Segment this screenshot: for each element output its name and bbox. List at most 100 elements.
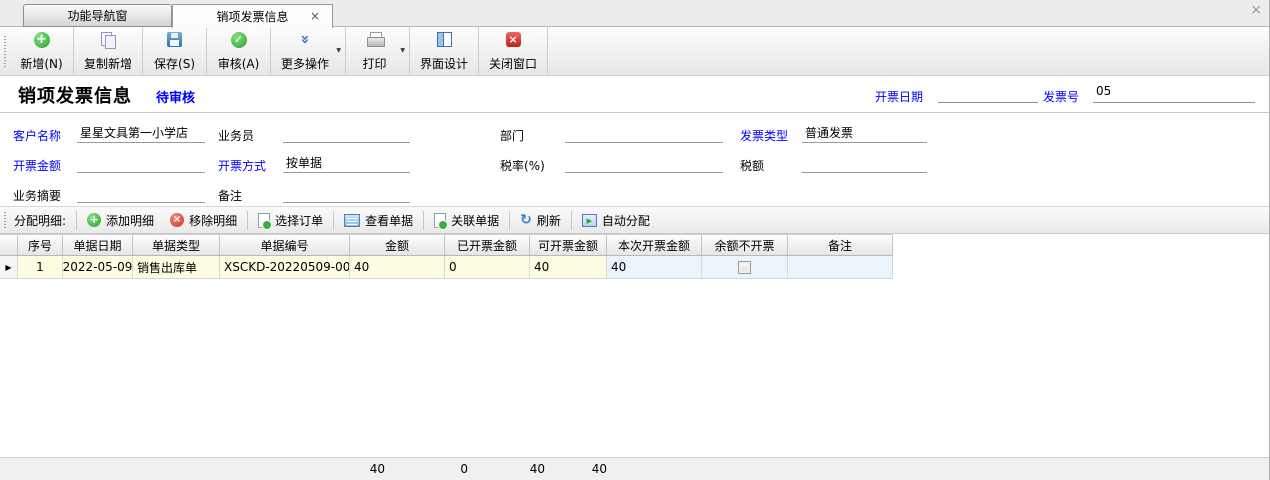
remark-field[interactable] [283, 184, 410, 203]
tax-rate-field[interactable] [565, 154, 723, 173]
view-doc-button[interactable]: 查看单据 [336, 209, 421, 232]
detail-toolbar-grip [4, 212, 6, 230]
department-field[interactable] [565, 124, 723, 143]
cell-date[interactable]: 2022-05-09 [63, 256, 133, 278]
add-detail-button[interactable]: + 添加明细 [79, 209, 162, 232]
cell-this-amount[interactable]: 40 [607, 256, 702, 278]
select-order-button[interactable]: 选择订单 [250, 209, 331, 232]
no-invoice-checkbox[interactable] [738, 261, 751, 274]
tax-amount-field[interactable] [802, 154, 927, 173]
tab-sales-invoice[interactable]: 销项发票信息 × [172, 4, 333, 28]
cell-invoiced[interactable]: 0 [445, 256, 530, 278]
ui-design-button[interactable]: 界面设计 [410, 27, 479, 75]
cell-no-invoice[interactable] [702, 256, 788, 278]
summary-spacer [18, 458, 63, 480]
audit-button[interactable]: ✓ 审核(A) [207, 27, 271, 75]
grid-header-selector [0, 235, 18, 255]
page-title: 销项发票信息 [18, 82, 132, 108]
main-toolbar: + 新增(N) 复制新增 保存(S) ✓ 审核(A) » 更多操作 ▼ 打印 ▼… [0, 27, 1269, 76]
remove-detail-button-label: 移除明细 [189, 212, 237, 229]
invoice-type-label: 发票类型 [740, 127, 788, 144]
summary-invoiced: 0 [445, 458, 530, 480]
amount-field[interactable] [77, 154, 205, 173]
method-field[interactable]: 按单据 [283, 154, 410, 173]
divider [333, 211, 334, 230]
document-link-icon [434, 213, 446, 228]
invoice-form: 客户名称 星星文具第一小学店 业务员 部门 发票类型 普通发票 开票金额 开票方… [0, 113, 1269, 206]
divider [247, 211, 248, 230]
view-doc-button-label: 查看单据 [365, 212, 413, 229]
toolbar-grip [4, 36, 6, 67]
salesman-field[interactable] [283, 124, 410, 143]
divider [76, 211, 77, 230]
row-selector-cell[interactable]: ▶ [0, 256, 18, 278]
cell-remark[interactable] [788, 256, 893, 278]
summary-spacer [133, 458, 220, 480]
new-button[interactable]: + 新增(N) [10, 27, 74, 75]
document-plus-icon [258, 213, 270, 228]
summary-amount: 40 [350, 458, 445, 480]
grid-header-date[interactable]: 单据日期 [63, 235, 133, 255]
invoice-date-field[interactable] [938, 84, 1038, 103]
grid-header-no-invoice[interactable]: 余额不开票 [702, 235, 788, 255]
print-button-label: 打印 [363, 55, 387, 72]
customer-field[interactable]: 星星文具第一小学店 [77, 124, 205, 143]
print-button[interactable]: 打印 ▼ [346, 27, 410, 75]
print-dropdown-icon[interactable]: ▼ [400, 47, 405, 54]
summary-spacer [63, 458, 133, 480]
invoice-no-field[interactable]: 05 [1093, 84, 1255, 103]
grid-header-type[interactable]: 单据类型 [133, 235, 220, 255]
invoice-type-field[interactable]: 普通发票 [802, 124, 927, 143]
grid-header-this-amount[interactable]: 本次开票金额 [607, 235, 702, 255]
double-chevron-down-icon: » [298, 32, 313, 48]
close-window-icon: × [506, 32, 521, 47]
salesman-label: 业务员 [218, 127, 254, 144]
more-actions-button-label: 更多操作 [281, 55, 329, 72]
tab-function-nav[interactable]: 功能导航窗 [23, 4, 172, 27]
grid-summary-row: 40 0 40 40 [0, 457, 1269, 480]
auto-assign-button[interactable]: ▶ 自动分配 [574, 209, 658, 232]
grid-header-amount[interactable]: 金额 [350, 235, 445, 255]
cell-seq[interactable]: 1 [18, 256, 63, 278]
link-doc-button-label: 关联单据 [451, 212, 499, 229]
detail-toolbar: 分配明细: + 添加明细 × 移除明细 选择订单 查看单据 关联单据 ↻ 刷新 [0, 206, 1269, 234]
grid-header-remark[interactable]: 备注 [788, 235, 893, 255]
refresh-button-label: 刷新 [537, 212, 561, 229]
save-icon [167, 32, 182, 47]
invoice-no-label: 发票号 [1043, 88, 1079, 105]
grid-header-doc-no[interactable]: 单据编号 [220, 235, 350, 255]
copy-icon [101, 32, 116, 48]
add-detail-button-label: 添加明细 [106, 212, 154, 229]
form-row-2: 开票金额 开票方式 按单据 税率(%) 税额 [0, 152, 1269, 178]
window-close-icon[interactable]: × [1250, 2, 1262, 18]
business-summary-field[interactable] [77, 184, 205, 203]
link-doc-button[interactable]: 关联单据 [426, 209, 507, 232]
grid-header-invoicable[interactable]: 可开票金额 [530, 235, 607, 255]
grid-row[interactable]: ▶ 1 2022-05-09 销售出库单 XSCKD-20220509-0004… [0, 256, 893, 279]
cell-doc-no[interactable]: XSCKD-20220509-0004 [220, 256, 350, 278]
refresh-button[interactable]: ↻ 刷新 [512, 209, 569, 232]
copy-new-button[interactable]: 复制新增 [74, 27, 143, 75]
close-window-button[interactable]: × 关闭窗口 [479, 27, 548, 75]
grid-header-seq[interactable]: 序号 [18, 235, 63, 255]
remove-detail-button[interactable]: × 移除明细 [162, 209, 245, 232]
grid-header-invoiced[interactable]: 已开票金额 [445, 235, 530, 255]
save-button-label: 保存(S) [154, 55, 195, 72]
detail-toolbar-label: 分配明细: [14, 212, 66, 229]
layout-icon [437, 32, 452, 47]
grid-header-row: 序号 单据日期 单据类型 单据编号 金额 已开票金额 可开票金额 本次开票金额 … [0, 234, 893, 256]
cell-invoicable[interactable]: 40 [530, 256, 607, 278]
copy-new-button-label: 复制新增 [84, 55, 132, 72]
summary-this-amount: 40 [607, 458, 702, 480]
more-actions-button[interactable]: » 更多操作 ▼ [271, 27, 346, 75]
more-actions-dropdown-icon[interactable]: ▼ [336, 47, 341, 54]
summary-spacer [220, 458, 350, 480]
save-button[interactable]: 保存(S) [143, 27, 207, 75]
cell-type[interactable]: 销售出库单 [133, 256, 220, 278]
cell-amount[interactable]: 40 [350, 256, 445, 278]
tax-rate-label: 税率(%) [500, 157, 545, 174]
remark-label: 备注 [218, 187, 242, 204]
divider [423, 211, 424, 230]
tab-close-icon[interactable]: × [310, 9, 320, 23]
method-label: 开票方式 [218, 157, 266, 174]
